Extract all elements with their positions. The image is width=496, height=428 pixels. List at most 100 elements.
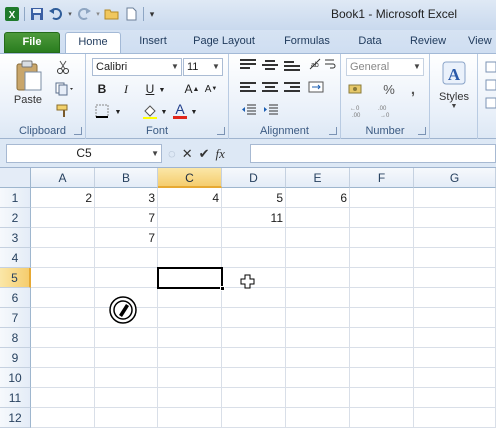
redo-icon[interactable] (76, 6, 92, 22)
new-icon[interactable] (123, 6, 139, 22)
styles-button[interactable]: A Styles ▼ (434, 56, 474, 112)
decrease-decimal-icon[interactable]: .00 →0 (377, 103, 399, 119)
cell-a1[interactable]: 2 (31, 188, 95, 208)
cell-b1[interactable]: 3 (95, 188, 158, 208)
accounting-format-icon[interactable] (347, 80, 367, 98)
top-align-icon[interactable] (240, 59, 256, 71)
tab-page-layout[interactable]: Page Layout (189, 32, 259, 53)
tab-data[interactable]: Data (353, 32, 387, 53)
name-box[interactable]: C5 ▼ (6, 144, 162, 163)
qat-separator (143, 7, 144, 21)
italic-button[interactable]: I (118, 80, 134, 98)
alignment-dialog-launcher[interactable] (329, 127, 337, 135)
row-header-5[interactable]: 5 (0, 268, 31, 288)
splitter-icon[interactable]: ◌ (168, 146, 176, 161)
tab-view[interactable]: View (468, 32, 496, 53)
row-header-9[interactable]: 9 (0, 348, 31, 368)
font-size-value: 11 (187, 61, 199, 73)
wrap-text-icon[interactable] (323, 56, 337, 72)
fill-color-icon[interactable] (140, 102, 160, 120)
tab-insert[interactable]: Insert (133, 32, 173, 53)
align-center-icon[interactable] (262, 82, 278, 94)
tab-review[interactable]: Review (405, 32, 451, 53)
row-header-3[interactable]: 3 (0, 228, 31, 248)
percent-style-button[interactable]: % (381, 80, 397, 98)
column-header-g[interactable]: G (414, 168, 496, 188)
cell-d1[interactable]: 5 (222, 188, 286, 208)
font-name-box[interactable]: Calibri ▼ (92, 58, 182, 76)
undo-dropdown-icon[interactable]: ▾ (67, 6, 73, 22)
column-header-b[interactable]: B (95, 168, 158, 188)
clipboard-dialog-launcher[interactable] (74, 127, 82, 135)
chevron-down-icon[interactable]: ▼ (160, 106, 168, 118)
row-header-7[interactable]: 7 (0, 308, 31, 328)
cell-b2[interactable]: 7 (95, 208, 158, 228)
undo-icon[interactable] (48, 6, 64, 22)
cells-insert-icon[interactable] (484, 60, 496, 110)
open-icon[interactable] (104, 6, 120, 22)
chevron-down-icon[interactable]: ▼ (158, 84, 166, 96)
decrease-indent-icon[interactable] (240, 102, 258, 118)
column-header-c[interactable]: C (158, 168, 222, 188)
select-all-button[interactable] (0, 168, 31, 188)
customize-qat-icon[interactable]: ▾ (148, 6, 156, 22)
row-header-2[interactable]: 2 (0, 208, 31, 228)
excel-logo-icon[interactable]: X (4, 6, 20, 22)
row-header-4[interactable]: 4 (0, 248, 31, 268)
grow-font-button[interactable]: A ▲ (184, 80, 200, 98)
bold-button[interactable]: B (94, 80, 110, 98)
number-dialog-launcher[interactable] (418, 127, 426, 135)
column-header-e[interactable]: E (286, 168, 350, 188)
save-icon[interactable] (29, 6, 45, 22)
comma-style-button[interactable]: , (405, 80, 421, 98)
row-header-6[interactable]: 6 (0, 288, 31, 308)
middle-align-icon[interactable] (262, 60, 278, 72)
tab-home[interactable]: Home (65, 32, 121, 53)
font-color-button[interactable]: A (172, 100, 188, 120)
number-format-box[interactable]: General ▼ (346, 58, 424, 76)
font-size-box[interactable]: 11 ▼ (183, 58, 223, 76)
underline-button[interactable]: U (142, 80, 158, 98)
align-left-icon[interactable] (240, 82, 256, 94)
align-right-icon[interactable] (284, 82, 300, 94)
cancel-icon[interactable]: ✕ (182, 146, 193, 162)
column-header-d[interactable]: D (222, 168, 286, 188)
worksheet-grid[interactable]: A B C D E F G 1 2 3 4 5 6 7 8 9 10 11 12 2 3 4 5 6 7 11 7 (0, 168, 496, 428)
cell-e1[interactable]: 6 (286, 188, 350, 208)
cell-c1[interactable]: 4 (158, 188, 222, 208)
tab-formulas[interactable]: Formulas (279, 32, 335, 53)
format-painter-icon[interactable] (54, 103, 72, 119)
merge-center-icon[interactable] (307, 79, 325, 95)
active-cell-selection[interactable] (157, 267, 225, 291)
column-header-a[interactable]: A (31, 168, 95, 188)
shrink-font-button[interactable]: A ▼ (203, 80, 219, 98)
row-header-10[interactable]: 10 (0, 368, 31, 388)
increase-decimal-icon[interactable]: ←0.00 (349, 103, 371, 119)
formula-input[interactable] (250, 144, 496, 163)
chevron-down-icon[interactable]: ▼ (190, 106, 198, 118)
redo-dropdown-icon[interactable]: ▾ (95, 6, 101, 22)
row-header-1[interactable]: 1 (0, 188, 31, 208)
font-group-label: Font (145, 125, 168, 137)
row-header-8[interactable]: 8 (0, 328, 31, 348)
borders-icon[interactable] (92, 102, 112, 120)
tab-file[interactable]: File (4, 32, 60, 53)
paste-label: Paste (13, 94, 43, 106)
cell-d2[interactable]: 11 (222, 208, 286, 228)
copy-icon[interactable] (54, 81, 76, 97)
cells-group (478, 54, 496, 139)
column-header-f[interactable]: F (350, 168, 414, 188)
font-dialog-launcher[interactable] (217, 127, 225, 135)
cut-icon[interactable] (54, 59, 72, 75)
row-header-12[interactable]: 12 (0, 408, 31, 428)
enter-icon[interactable]: ✔ (199, 146, 210, 162)
insert-function-button[interactable]: fx (216, 146, 225, 162)
paste-button[interactable]: Paste (10, 57, 46, 109)
increase-indent-icon[interactable] (262, 102, 280, 118)
fill-handle[interactable] (220, 286, 225, 291)
row-header-11[interactable]: 11 (0, 388, 31, 408)
cell-b3[interactable]: 7 (95, 228, 158, 248)
mouse-cursor-cross-icon (240, 274, 255, 289)
chevron-down-icon[interactable]: ▼ (114, 106, 122, 118)
bottom-align-icon[interactable] (284, 61, 300, 73)
